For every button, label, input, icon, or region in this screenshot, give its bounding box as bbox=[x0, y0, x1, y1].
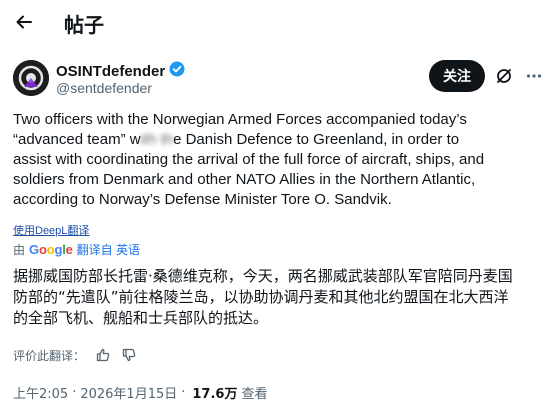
meta-separator: · bbox=[72, 384, 77, 400]
tweet-text-redacted: ith th bbox=[140, 131, 174, 148]
rate-translation-label: 评价此翻译： bbox=[13, 348, 86, 363]
deepl-translate-link[interactable]: 使用DeepL翻译 bbox=[13, 222, 89, 238]
more-options-icon[interactable] bbox=[522, 64, 546, 88]
google-letter: e bbox=[65, 241, 73, 257]
views-label: 查看 bbox=[241, 386, 268, 402]
google-letter: o bbox=[38, 241, 47, 257]
author-handle[interactable]: @sentdefender bbox=[56, 80, 152, 96]
author-name[interactable]: OSINTdefender bbox=[56, 63, 165, 80]
page-title: 帖子 bbox=[64, 15, 104, 37]
follow-button[interactable]: 关注 bbox=[429, 60, 485, 92]
author-name-row[interactable]: OSINTdefender bbox=[56, 61, 185, 81]
back-arrow-icon[interactable] bbox=[10, 8, 38, 36]
views-count: 17.6万 bbox=[192, 386, 238, 402]
thumbs-up-icon[interactable] bbox=[95, 347, 111, 363]
translated-from-link[interactable]: 翻译自 英语 bbox=[77, 241, 140, 258]
author-row: OSINTdefender @sentdefender 关注 bbox=[0, 56, 554, 100]
google-logo: Google bbox=[29, 242, 73, 257]
tweet-date[interactable]: 2026年1月15日 bbox=[80, 383, 177, 402]
tweet-text: Two officers with the Norwegian Armed Fo… bbox=[13, 110, 543, 210]
grok-icon[interactable] bbox=[492, 64, 516, 88]
meta-separator: · bbox=[181, 384, 186, 400]
verified-badge-icon bbox=[169, 61, 185, 81]
google-translation-row: 由 Google 翻译自 英语 bbox=[13, 240, 140, 258]
rate-translation-row: 评价此翻译： bbox=[13, 346, 137, 364]
google-letter: G bbox=[29, 241, 39, 257]
avatar[interactable] bbox=[13, 60, 49, 96]
tweet-meta-row: 上午2:05 · 2026年1月15日 · 17.6万 查看 bbox=[13, 382, 267, 402]
translated-text: 据挪威国防部长托雷·桑德维克称，今天，两名挪威武装部队军官陪同丹麦国 防部的“先… bbox=[13, 267, 513, 327]
thumbs-down-icon[interactable] bbox=[121, 347, 137, 363]
translated-by-label: 由 bbox=[13, 242, 26, 257]
top-bar: 帖子 bbox=[0, 0, 554, 44]
tweet-time[interactable]: 上午2:05 bbox=[13, 383, 68, 402]
